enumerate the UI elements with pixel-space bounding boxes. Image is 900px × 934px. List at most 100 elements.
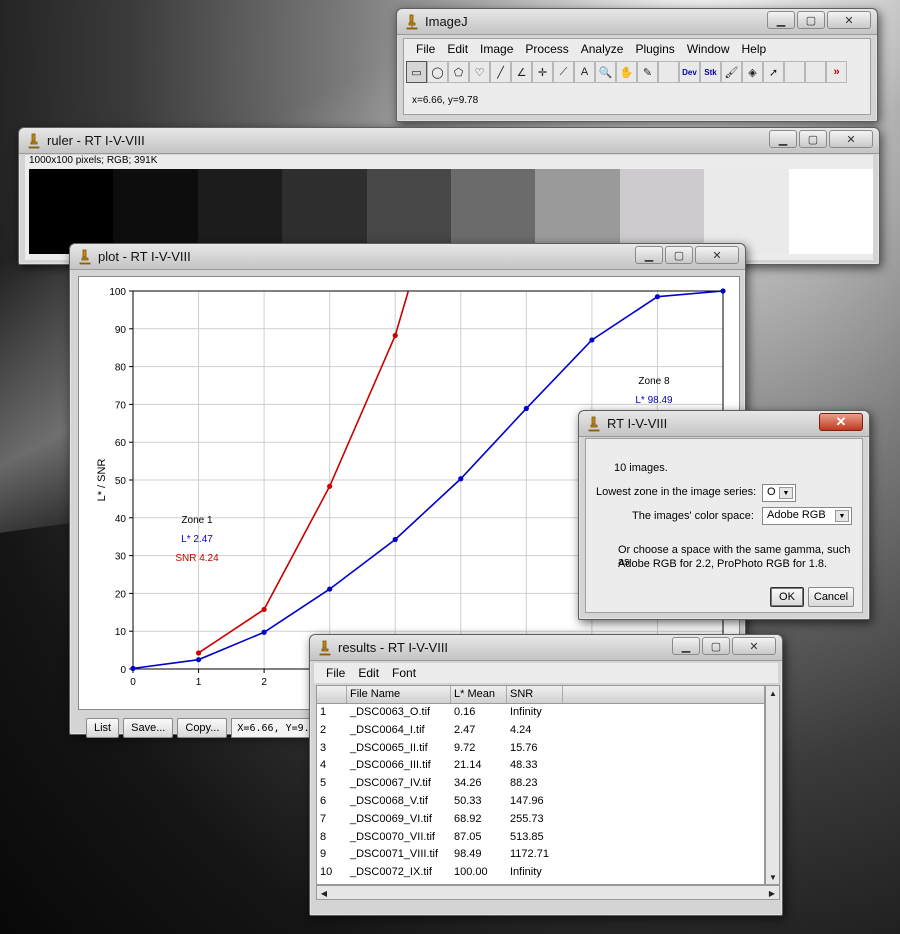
color-space-select[interactable]: Adobe RGB ▼ [762,507,852,525]
table-cell: 513.85 [510,830,544,843]
table-cell: 1172.71 [510,848,549,861]
column-header[interactable] [317,686,347,703]
hand-tool-icon[interactable]: ✋ [616,61,637,83]
menu-image[interactable]: Image [474,39,519,59]
oval-tool-icon[interactable]: ◯ [427,61,448,83]
close-icon[interactable]: ✕ [732,637,776,655]
column-header[interactable]: L* Mean [451,686,507,703]
polygon-tool-icon[interactable]: ⬠ [448,61,469,83]
microscope-icon [79,249,91,265]
table-cell: 68.92 [454,812,482,825]
blank-tool-2[interactable] [784,61,805,83]
menu-window[interactable]: Window [681,39,736,59]
table-body: 1 _DSC0063_O.tif 0.16 Infinity 2 _DSC0064_I.t… [317,704,764,882]
dialog-titlebar[interactable]: RT I-V-VIII ✕ [579,411,869,437]
horizontal-scrollbar[interactable]: ◀ ▶ [316,885,780,900]
magnifier-tool-icon[interactable]: 🔍 [595,61,616,83]
copy-button[interactable]: Copy... [177,718,228,738]
minimize-icon[interactable]: ▁ [672,637,700,655]
brush-tool-icon[interactable]: 🖌 [721,61,742,83]
x-tick-label: 2 [261,677,267,688]
scroll-up-icon[interactable]: ▲ [766,686,780,700]
table-row[interactable]: 10 _DSC0072_IX.tif 100.00 Infinity [317,864,764,882]
vertical-scrollbar[interactable]: ▲ ▼ [765,685,780,885]
plot-titlebar[interactable]: plot - RT I-V-VIII ▁ ▢ ✕ [70,244,745,270]
table-row[interactable]: 8 _DSC0070_VII.tif 87.05 513.85 [317,829,764,847]
dropper-tool-icon[interactable]: ✎ [637,61,658,83]
stk-tool-icon[interactable]: Stk [700,61,721,83]
close-icon[interactable]: ✕ [819,413,863,431]
microscope-icon [406,14,418,30]
menu-process[interactable]: Process [519,39,574,59]
table-row[interactable]: 7 _DSC0069_VI.tif 68.92 255.73 [317,811,764,829]
ok-button[interactable]: OK [770,587,804,607]
menu-analyze[interactable]: Analyze [575,39,630,59]
rectangle-tool-icon[interactable]: ▭ [406,61,427,83]
data-point [261,606,267,613]
table-row[interactable]: 2 _DSC0064_I.tif 2.47 4.24 [317,722,764,740]
table-row[interactable]: 4 _DSC0066_III.tif 21.14 48.33 [317,757,764,775]
wand-tool-icon[interactable]: ⟋ [553,61,574,83]
results-table[interactable]: File Name L* Mean SNR 1 _DSC0063_O.tif 0.16 I… [316,685,765,885]
scroll-left-icon[interactable]: ◀ [317,886,331,900]
table-row[interactable]: 3 _DSC0065_II.tif 9.72 15.76 [317,740,764,758]
results-titlebar[interactable]: results - RT I-V-VIII ▁ ▢ ✕ [310,635,782,661]
close-icon[interactable]: ✕ [827,11,871,29]
save-button[interactable]: Save... [123,718,174,738]
imagej-menubar: File Edit Image Process Analyze Plugins Window… [404,39,870,59]
arrow-tool-icon[interactable]: ➚ [763,61,784,83]
menu-file[interactable]: File [410,39,441,59]
maximize-icon[interactable]: ▢ [665,246,693,264]
lowest-zone-select[interactable]: O ▼ [762,484,796,502]
column-header[interactable]: SNR [507,686,563,703]
table-cell: 8 [320,830,327,843]
options-dialog: RT I-V-VIII ✕ 10 images. Lowest zone in … [578,410,870,620]
line-tool-icon[interactable]: ╱ [490,61,511,83]
close-icon[interactable]: ✕ [829,130,873,148]
menu-help[interactable]: Help [736,39,773,59]
menu-edit[interactable]: Edit [441,39,474,59]
angle-tool-icon[interactable]: ∠ [511,61,532,83]
blank-tool-3[interactable] [805,61,826,83]
menu-font[interactable]: Font [386,663,423,683]
grayscale-ruler-image[interactable] [29,169,874,254]
ruler-titlebar[interactable]: ruler - RT I-V-VIII ▁ ▢ ✕ [19,128,879,154]
y-tick-label: 20 [115,589,127,600]
more-tools-icon[interactable]: » [826,61,847,83]
maximize-icon[interactable]: ▢ [702,637,730,655]
table-row[interactable]: 9 _DSC0071_VIII.tif 98.49 1172.71 [317,846,764,864]
scroll-down-icon[interactable]: ▼ [766,870,780,884]
list-button[interactable]: List [86,718,120,738]
menu-edit[interactable]: Edit [352,663,386,683]
table-row[interactable]: 6 _DSC0068_V.tif 50.33 147.96 [317,793,764,811]
fill-tool-icon[interactable]: ◈ [742,61,763,83]
zone1-snr-label: SNR 4.24 [175,553,219,564]
imagej-titlebar[interactable]: ImageJ ▁ ▢ ✕ [397,9,877,35]
minimize-icon[interactable]: ▁ [767,11,795,29]
point-tool-icon[interactable]: ✛ [532,61,553,83]
table-cell: 100.00 [454,866,488,879]
maximize-icon[interactable]: ▢ [797,11,825,29]
text-tool-icon[interactable]: A [574,61,595,83]
table-cell: _DSC0070_VII.tif [350,830,435,843]
image-info: 1000x100 pixels; RGB; 391K [29,155,158,166]
menu-file[interactable]: File [320,663,352,683]
menu-plugins[interactable]: Plugins [629,39,680,59]
close-icon[interactable]: ✕ [695,246,739,264]
table-cell: 4.24 [510,723,532,736]
dev-tool-icon[interactable]: Dev [679,61,700,83]
table-header: File Name L* Mean SNR [317,686,764,704]
blank-tool-1[interactable] [658,61,679,83]
column-header[interactable]: File Name [347,686,451,703]
table-row[interactable]: 5 _DSC0067_IV.tif 34.26 88.23 [317,775,764,793]
imagej-window: ImageJ ▁ ▢ ✕ File Edit Image Process Analyze… [396,8,878,122]
scroll-right-icon[interactable]: ▶ [765,886,779,900]
data-point [720,288,726,294]
minimize-icon[interactable]: ▁ [635,246,663,264]
minimize-icon[interactable]: ▁ [769,130,797,148]
maximize-icon[interactable]: ▢ [799,130,827,148]
cancel-button[interactable]: Cancel [808,587,854,607]
table-row[interactable]: 1 _DSC0063_O.tif 0.16 Infinity [317,704,764,722]
window-title: results - RT I-V-VIII [338,640,449,655]
freehand-tool-icon[interactable]: ♡ [469,61,490,83]
